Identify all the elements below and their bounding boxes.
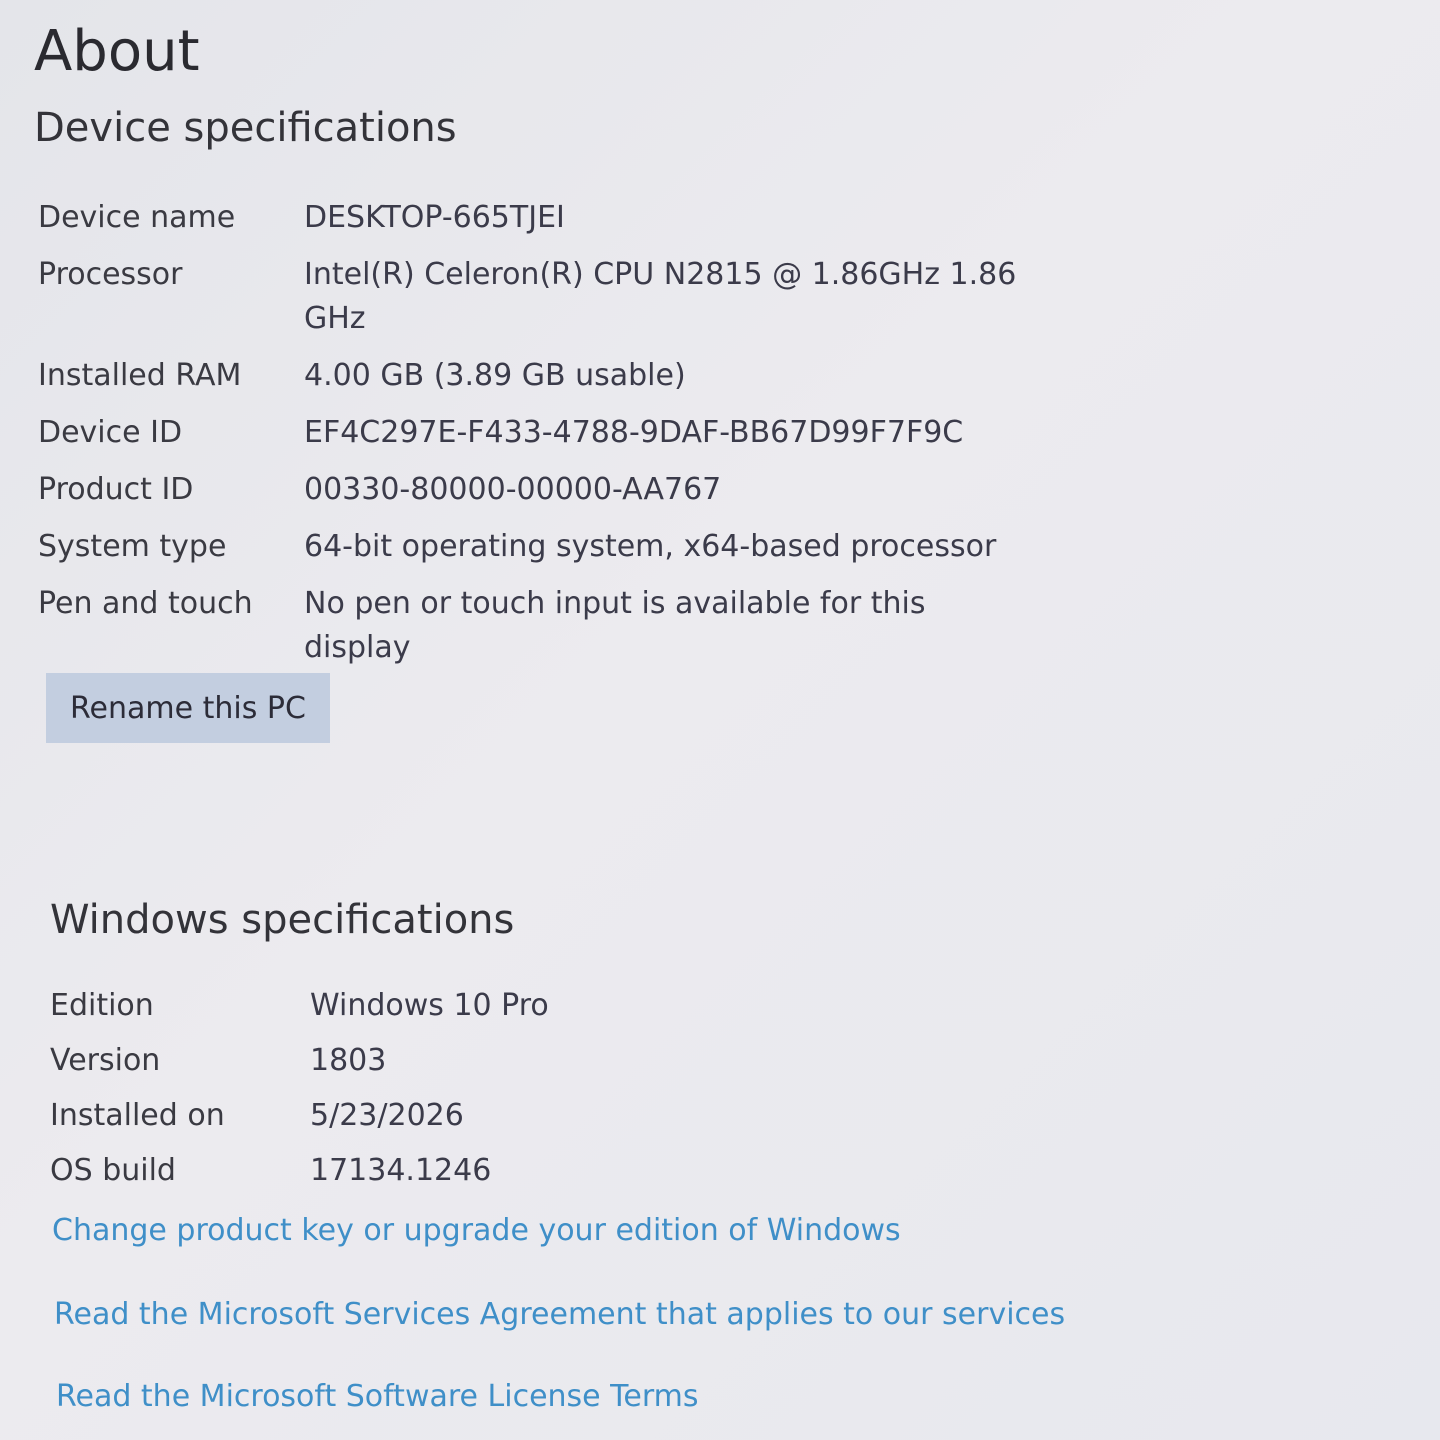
spec-value: 17134.1246	[310, 1153, 492, 1188]
spec-row-edition: Edition Windows 10 Pro	[50, 984, 549, 1039]
spec-label: System type	[38, 529, 227, 564]
spec-label: Version	[50, 1043, 161, 1078]
windows-specifications-table: Edition Windows 10 Pro Version 1803 Inst…	[50, 984, 549, 1204]
windows-specifications-heading: Windows specifications	[50, 897, 515, 943]
spec-value: Windows 10 Pro	[310, 988, 549, 1023]
software-license-terms-link[interactable]: Read the Microsoft Software License Term…	[56, 1376, 699, 1418]
change-product-key-link[interactable]: Change product key or upgrade your editi…	[52, 1210, 901, 1252]
spec-row-device-id: Device ID EF4C297E-F433-4788-9DAF-BB67D9…	[38, 411, 1024, 468]
spec-label: Pen and touch	[38, 586, 253, 621]
spec-label: Edition	[50, 988, 154, 1023]
device-specifications-table: Device name DESKTOP-665TJEI Processor In…	[38, 196, 1024, 683]
page-title: About	[34, 19, 200, 84]
spec-value: No pen or touch input is available for t…	[304, 586, 926, 665]
spec-row-installed-ram: Installed RAM 4.00 GB (3.89 GB usable)	[38, 354, 1024, 411]
spec-value: 5/23/2026	[310, 1098, 464, 1133]
spec-value: 64-bit operating system, x64-based proce…	[304, 529, 997, 564]
spec-value: 4.00 GB (3.89 GB usable)	[304, 358, 686, 393]
spec-label: OS build	[50, 1153, 176, 1188]
about-page: About Device specifications Device name …	[0, 0, 1440, 1440]
services-agreement-link[interactable]: Read the Microsoft Services Agreement th…	[54, 1294, 1065, 1336]
spec-row-version: Version 1803	[50, 1039, 549, 1094]
spec-label: Installed RAM	[38, 358, 242, 393]
rename-this-pc-button[interactable]: Rename this PC	[46, 673, 330, 743]
spec-value: 1803	[310, 1043, 387, 1078]
spec-label: Device name	[38, 200, 236, 235]
spec-row-installed-on: Installed on 5/23/2026	[50, 1094, 549, 1149]
spec-label: Installed on	[50, 1098, 225, 1133]
spec-value: 00330-80000-00000-AA767	[304, 472, 722, 507]
spec-label: Device ID	[38, 415, 183, 450]
spec-row-device-name: Device name DESKTOP-665TJEI	[38, 196, 1024, 253]
spec-row-pen-and-touch: Pen and touch No pen or touch input is a…	[38, 582, 1024, 683]
spec-value: EF4C297E-F433-4788-9DAF-BB67D99F7F9C	[304, 415, 964, 450]
spec-value-cell: Intel(R) Celeron(R) CPU N2815 @ 1.86GHz …	[304, 253, 1024, 354]
spec-label: Product ID	[38, 472, 194, 507]
spec-row-system-type: System type 64-bit operating system, x64…	[38, 525, 1024, 582]
device-specifications-heading: Device specifications	[34, 105, 457, 151]
spec-value: DESKTOP-665TJEI	[304, 200, 565, 235]
spec-value: Intel(R) Celeron(R) CPU N2815 @ 1.86GHz …	[304, 257, 1017, 336]
spec-row-processor: Processor Intel(R) Celeron(R) CPU N2815 …	[38, 253, 1024, 354]
spec-row-product-id: Product ID 00330-80000-00000-AA767	[38, 468, 1024, 525]
spec-label: Processor	[38, 257, 183, 292]
spec-row-os-build: OS build 17134.1246	[50, 1149, 549, 1204]
